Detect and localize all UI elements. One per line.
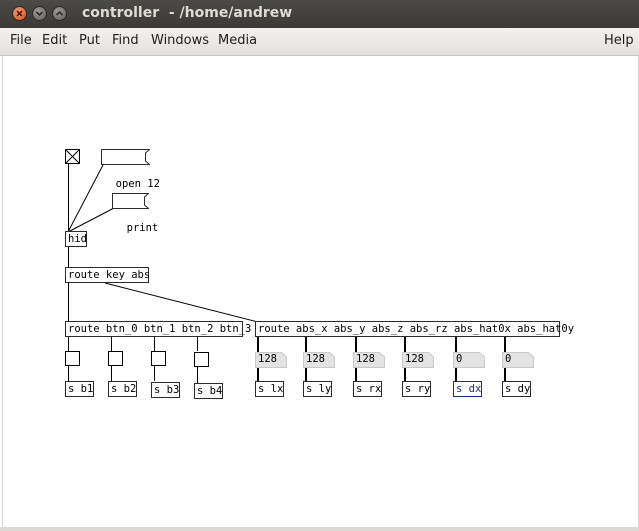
toggle-checkbox[interactable]: [65, 149, 80, 164]
number-box-ry[interactable]: 128: [402, 352, 434, 368]
send-dx-object[interactable]: s dx: [453, 381, 482, 397]
route-key-abs-object[interactable]: route key abs: [65, 267, 150, 283]
patch-cords: [67, 164, 506, 383]
toggle-x-icon: [66, 150, 79, 163]
send-b1-object[interactable]: s b1: [65, 381, 94, 397]
number-dx-value: 0: [456, 353, 463, 365]
number-box-dx[interactable]: 0: [453, 352, 485, 368]
route-buttons-object[interactable]: route btn_0 btn_1 btn_2 btn_3: [65, 321, 251, 337]
bang-b2[interactable]: [108, 351, 123, 366]
number-rx-value: 128: [356, 353, 375, 365]
hid-object[interactable]: hid: [65, 231, 87, 247]
send-b3-object[interactable]: s b3: [151, 382, 180, 398]
window-bottom-edge: [0, 527, 639, 531]
send-ry-object[interactable]: s ry: [402, 381, 431, 397]
print-message-text: print: [126, 222, 159, 234]
send-rx-object[interactable]: s rx: [353, 381, 382, 397]
number-dy-value: 0: [505, 353, 512, 365]
number-ry-value: 128: [405, 353, 424, 365]
bang-b4[interactable]: [194, 352, 209, 367]
bang-b1[interactable]: [65, 351, 80, 366]
print-message-box[interactable]: print: [112, 193, 158, 234]
number-box-lx[interactable]: 128: [255, 352, 287, 368]
send-b2-object[interactable]: s b2: [108, 381, 137, 397]
send-lx-object[interactable]: s lx: [255, 381, 284, 397]
send-ly-object[interactable]: s ly: [303, 381, 332, 397]
number-box-rx[interactable]: 128: [353, 352, 385, 368]
open-message-box[interactable]: open 12: [101, 149, 160, 190]
route-axes-object[interactable]: route abs_x abs_y abs_z abs_rz abs_hat0x…: [255, 321, 574, 337]
number-box-ly[interactable]: 128: [303, 352, 335, 368]
number-ly-value: 128: [306, 353, 325, 365]
number-lx-value: 128: [258, 353, 277, 365]
send-b4-object[interactable]: s b4: [194, 383, 223, 399]
number-box-dy[interactable]: 0: [502, 352, 534, 368]
bang-b3[interactable]: [151, 351, 166, 366]
open-message-text: open 12: [115, 178, 160, 190]
send-dy-object[interactable]: s dy: [502, 381, 531, 397]
